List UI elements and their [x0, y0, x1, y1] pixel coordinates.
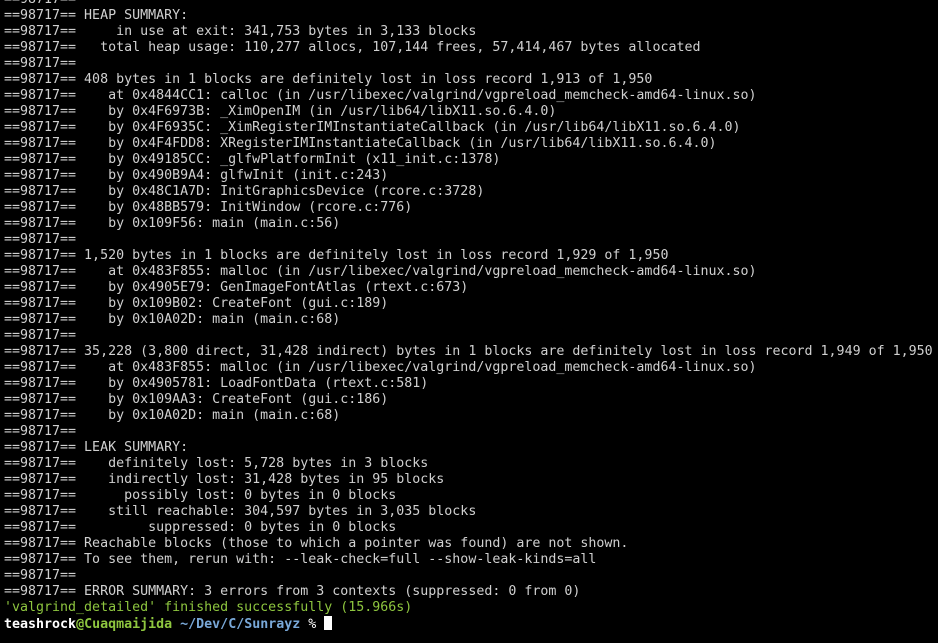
output-line-26: ==98717== by 0x10A02D: main (main.c:68)	[4, 408, 341, 423]
output-line-24: ==98717== by 0x4905781: LoadFontData (rt…	[4, 376, 429, 391]
output-line-20: ==98717== by 0x10A02D: main (main.c:68)	[4, 312, 341, 327]
output-line-33: ==98717== suppressed: 0 bytes in 0 block…	[4, 520, 397, 535]
output-line-5: ==98717== 408 bytes in 1 blocks are defi…	[4, 72, 653, 87]
output-line-16: ==98717== 1,520 bytes in 1 blocks are de…	[4, 248, 669, 263]
output-line-1: ==98717== HEAP SUMMARY:	[4, 8, 189, 23]
output-line-14: ==98717== by 0x109F56: main (main.c:56)	[4, 216, 341, 231]
prompt-user: teashrock	[4, 617, 77, 632]
output-line-27: ==98717==	[4, 424, 77, 439]
output-line-4: ==98717==	[4, 56, 77, 71]
output-line-10: ==98717== by 0x49185CC: _glfwPlatformIni…	[4, 152, 501, 167]
output-line-2: ==98717== in use at exit: 341,753 bytes …	[4, 24, 477, 39]
output-line-17: ==98717== at 0x483F855: malloc (in /usr/…	[4, 264, 757, 279]
prompt-at: @	[76, 617, 85, 632]
output-line-0: ==98717==	[4, 0, 938, 8]
output-line-9: ==98717== by 0x4F4FDD8: XRegisterIMInsta…	[4, 136, 717, 151]
output-line-18: ==98717== by 0x4905E79: GenImageFontAtla…	[4, 280, 469, 295]
shell-prompt[interactable]: teashrock@Cuaqmaijida ~/Dev/C/Sunrayz %	[4, 616, 938, 632]
output-line-11: ==98717== by 0x490B9A4: glfwInit (init.c…	[4, 168, 389, 183]
output-line-15: ==98717==	[4, 232, 77, 247]
output-line-28: ==98717== LEAK SUMMARY:	[4, 440, 189, 455]
output-line-23: ==98717== at 0x483F855: malloc (in /usr/…	[4, 360, 757, 375]
output-line-22: ==98717== 35,228 (3,800 direct, 31,428 i…	[4, 344, 933, 359]
output-line-32: ==98717== still reachable: 304,597 bytes…	[4, 504, 477, 519]
output-line-12: ==98717== by 0x48C1A7D: InitGraphicsDevi…	[4, 184, 485, 199]
output-line-7: ==98717== by 0x4F6973B: _XimOpenIM (in /…	[4, 104, 557, 119]
output-line-29: ==98717== definitely lost: 5,728 bytes i…	[4, 456, 429, 471]
output-line-37: ==98717== ERROR SUMMARY: 3 errors from 3…	[4, 584, 581, 599]
terminal-window[interactable]: ==98717== ==98717== HEAP SUMMARY: ==9871…	[4, 0, 938, 632]
output-line-8: ==98717== by 0x4F6935C: _XimRegisterIMIn…	[4, 120, 741, 135]
prompt-symbol: %	[308, 617, 317, 632]
prompt-path: ~/Dev/C/Sunrayz	[180, 617, 301, 632]
prompt-host: Cuaqmaijida	[84, 617, 173, 632]
output-line-31: ==98717== possibly lost: 0 bytes in 0 bl…	[4, 488, 397, 503]
output-line-30: ==98717== indirectly lost: 31,428 bytes …	[4, 472, 445, 487]
output-line-36: ==98717==	[4, 568, 77, 583]
output-line-21: ==98717==	[4, 328, 77, 343]
output-line-6: ==98717== at 0x4844CC1: calloc (in /usr/…	[4, 88, 757, 103]
output-line-13: ==98717== by 0x48BB579: InitWindow (rcor…	[4, 200, 413, 215]
output-line-19: ==98717== by 0x109B02: CreateFont (gui.c…	[4, 296, 389, 311]
output-line-34: ==98717== Reachable blocks (those to whi…	[4, 536, 629, 551]
output-line-35: ==98717== To see them, rerun with: --lea…	[4, 552, 597, 567]
status-line: 'valgrind_detailed' finished successfull…	[4, 600, 413, 615]
text-cursor[interactable]	[324, 616, 333, 630]
output-line-3: ==98717== total heap usage: 110,277 allo…	[4, 40, 701, 55]
output-line-25: ==98717== by 0x109AA3: CreateFont (gui.c…	[4, 392, 389, 407]
